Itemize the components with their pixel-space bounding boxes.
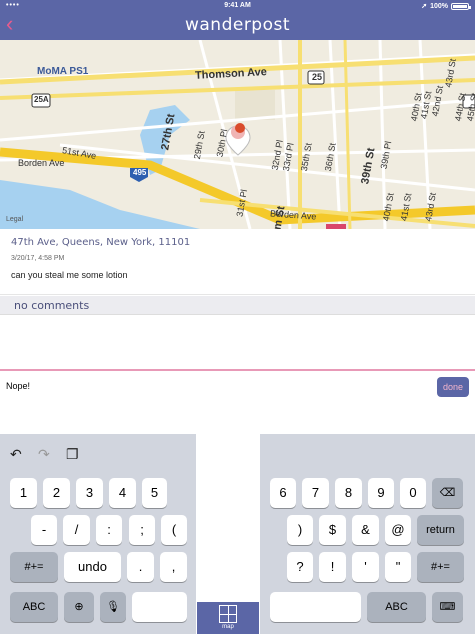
done-button[interactable]: done <box>437 377 469 397</box>
key-1[interactable]: 1 <box>10 478 37 508</box>
map-legal-link[interactable]: Legal <box>6 216 23 223</box>
key-at[interactable]: @ <box>385 515 411 545</box>
post-details: 47th Ave, Queens, New York, 11101 3/20/1… <box>0 229 475 295</box>
dismiss-keyboard-key[interactable]: ⌨ <box>432 592 463 622</box>
key-comma[interactable]: , <box>160 552 187 582</box>
backspace-key[interactable]: ⌫ <box>432 478 463 508</box>
key-4[interactable]: 4 <box>109 478 136 508</box>
battery-percent: 100% <box>430 2 448 10</box>
status-bar: •••• 9:41 AM ➚ 100% <box>0 0 475 12</box>
key-apostrophe[interactable]: ' <box>352 552 379 582</box>
status-right: ➚ 100% <box>421 2 471 10</box>
key-semicolon[interactable]: ; <box>129 515 155 545</box>
key-colon[interactable]: : <box>96 515 122 545</box>
map-button-label: map <box>222 624 234 630</box>
key-period[interactable]: . <box>127 552 154 582</box>
key-slash[interactable]: / <box>63 515 90 545</box>
comments-label: no comments <box>14 299 90 312</box>
undo-icon[interactable]: ↶ <box>10 446 22 463</box>
keyboard: ↶ ↷ ❐ 1 2 3 4 5 - / : ; ( #+= undo . , A… <box>0 434 475 634</box>
key-quote[interactable]: " <box>385 552 411 582</box>
key-close-paren[interactable]: ) <box>287 515 313 545</box>
redo-icon[interactable]: ↷ <box>38 446 50 463</box>
app-title: wanderpost <box>184 15 291 35</box>
key-7[interactable]: 7 <box>302 478 329 508</box>
keyboard-dismiss-icon: ⌨ <box>439 601 456 613</box>
abc-key-right[interactable]: ABC <box>367 592 426 622</box>
key-2[interactable]: 2 <box>43 478 70 508</box>
key-6[interactable]: 6 <box>270 478 296 508</box>
comments-header: no comments <box>0 296 475 315</box>
nav-bar: •••• 9:41 AM ➚ 100% ‹ wanderpost <box>0 0 475 40</box>
status-time: 9:41 AM <box>224 2 251 9</box>
key-dollar[interactable]: $ <box>319 515 346 545</box>
abc-key[interactable]: ABC <box>10 592 58 622</box>
microphone-icon: 🎙 <box>106 601 120 613</box>
key-ampersand[interactable]: & <box>352 515 379 545</box>
key-9[interactable]: 9 <box>368 478 394 508</box>
map-label-route: 25 <box>312 72 323 82</box>
comment-composer: Nope! done <box>0 371 475 434</box>
key-open-paren[interactable]: ( <box>161 515 187 545</box>
key-exclamation[interactable]: ! <box>319 552 346 582</box>
key-8[interactable]: 8 <box>335 478 362 508</box>
key-0[interactable]: 0 <box>400 478 426 508</box>
key-5[interactable]: 5 <box>142 478 167 508</box>
location-icon: ➚ <box>421 3 428 10</box>
map-label-route: 495 <box>133 168 147 177</box>
comment-input[interactable]: Nope! <box>6 381 30 391</box>
map-label-poi: MoMA PS1 <box>37 66 89 77</box>
key-3[interactable]: 3 <box>76 478 103 508</box>
symbols-key[interactable]: #+= <box>10 552 58 582</box>
backspace-icon: ⌫ <box>439 487 456 499</box>
paste-icon[interactable]: ❐ <box>66 446 79 463</box>
return-key[interactable]: return <box>417 515 464 545</box>
key-question[interactable]: ? <box>287 552 313 582</box>
post-address: 47th Ave, Queens, New York, 11101 <box>11 237 191 248</box>
space-key-left[interactable] <box>132 592 187 622</box>
undo-key[interactable]: undo <box>64 552 121 582</box>
map-grid-icon <box>219 605 237 623</box>
dictation-key[interactable]: 🎙 <box>100 592 126 622</box>
post-message: can you steal me some lotion <box>11 270 128 280</box>
key-hyphen[interactable]: - <box>31 515 57 545</box>
globe-key[interactable]: ⊕ <box>64 592 94 622</box>
battery-icon <box>451 2 471 10</box>
map-label-route: 25A <box>34 95 49 104</box>
map-view[interactable]: MoMA PS1 Thomson Ave 25 25A 51st Ave Bor… <box>0 40 475 229</box>
post-datetime: 3/20/17, 4:58 PM <box>11 255 65 262</box>
globe-icon: ⊕ <box>74 601 84 613</box>
map-label-street: Borden Ave <box>18 158 65 168</box>
symbols-key-right[interactable]: #+= <box>417 552 464 582</box>
space-key-right[interactable] <box>270 592 361 622</box>
map-button[interactable]: map <box>197 602 259 634</box>
